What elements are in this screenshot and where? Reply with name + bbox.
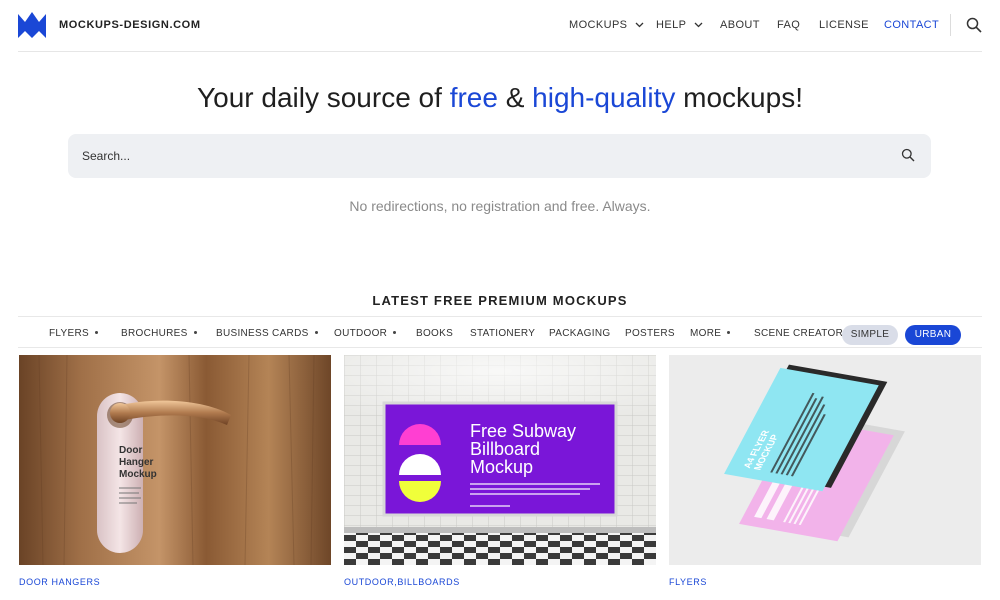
hero-title: Your daily source of free & high-quality… (0, 82, 1000, 114)
dropdown-dot-icon (94, 330, 98, 334)
door-hanger-image-text-3: Mockup (119, 469, 157, 480)
mockup-card-door-hanger[interactable]: Door Hanger Mockup (19, 355, 331, 565)
category-brochures[interactable]: BROCHURES (121, 328, 197, 339)
section-title: LATEST FREE PREMIUM MOCKUPS (372, 293, 628, 308)
category-scene-creator[interactable]: SCENE CREATOR (754, 328, 843, 339)
nav-license[interactable]: LICENSE (819, 18, 869, 32)
card-tag-flyers[interactable]: FLYERS (669, 577, 707, 587)
category-flyers-label: FLYERS (49, 328, 89, 339)
filter-simple-button[interactable]: SIMPLE (842, 325, 898, 345)
chevron-down-icon (635, 22, 644, 28)
nav-divider (950, 14, 951, 36)
hero-title-amp: & (497, 82, 533, 113)
dropdown-dot-icon (314, 330, 318, 334)
card-tag-billboards[interactable]: BILLBOARDS (397, 577, 460, 587)
header-divider (18, 51, 982, 52)
mockup-card-subway-billboard[interactable]: Free Subway Billboard Mockup (344, 355, 656, 565)
nav-help-label: HELP (656, 19, 687, 31)
nav-mockups[interactable]: MOCKUPS (569, 18, 644, 32)
category-business-cards-label: BUSINESS CARDS (216, 328, 309, 339)
hero-title-free: free (449, 82, 498, 113)
search-icon[interactable] (966, 17, 982, 33)
site-header: MOCKUPS-DESIGN.COM MOCKUPS HELP ABOUT FA… (0, 0, 1000, 52)
search-bar (68, 134, 931, 178)
subway-billboard-mockup-image: Free Subway Billboard Mockup (344, 355, 656, 565)
category-outdoor[interactable]: OUTDOOR (334, 328, 397, 339)
billboard-image-text-3: Mockup (470, 457, 533, 477)
dropdown-dot-icon (727, 330, 731, 334)
dropdown-dot-icon (393, 330, 397, 334)
nav-faq[interactable]: FAQ (777, 18, 800, 32)
dropdown-dot-icon (193, 330, 197, 334)
search-input[interactable] (82, 134, 882, 178)
category-posters[interactable]: POSTERS (625, 328, 675, 339)
door-hanger-image-text-2: Hanger (119, 457, 154, 468)
chevron-down-icon (694, 22, 703, 28)
nav-contact[interactable]: CONTACT (884, 18, 939, 32)
hero-title-after: mockups! (675, 82, 803, 113)
brand-name[interactable]: MOCKUPS-DESIGN.COM (59, 19, 201, 31)
category-packaging[interactable]: PACKAGING (549, 328, 610, 339)
category-bar-bottom-divider (18, 347, 982, 348)
category-more-label: MORE (690, 328, 722, 339)
category-flyers[interactable]: FLYERS (49, 328, 98, 339)
category-books[interactable]: BOOKS (416, 328, 453, 339)
mockup-card-a4-flyer[interactable]: A4 FLYER MOCKUP (669, 355, 981, 565)
card-tags-outdoor-billboards: OUTDOOR,BILLBOARDS (344, 577, 460, 587)
billboard-image-text-2: Billboard (470, 439, 540, 459)
category-outdoor-label: OUTDOOR (334, 328, 388, 339)
category-business-cards[interactable]: BUSINESS CARDS (216, 328, 318, 339)
nav-mockups-label: MOCKUPS (569, 19, 628, 31)
hero-tagline: No redirections, no registration and fre… (349, 198, 651, 214)
door-hanger-mockup-image: Door Hanger Mockup (19, 355, 331, 565)
nav-about[interactable]: ABOUT (720, 18, 760, 32)
category-stationery[interactable]: STATIONERY (470, 328, 535, 339)
category-bar-top-divider (18, 316, 982, 317)
door-hanger-image-text-1: Door (119, 445, 142, 456)
category-more[interactable]: MORE (690, 328, 731, 339)
hero-title-before: Your daily source of (197, 82, 450, 113)
card-tag-door-hangers[interactable]: DOOR HANGERS (19, 577, 100, 587)
billboard-image-text-1: Free Subway (470, 421, 576, 441)
hero-title-high-quality: high-quality (532, 82, 676, 113)
card-tag-outdoor[interactable]: OUTDOOR (344, 577, 394, 587)
filter-urban-button[interactable]: URBAN (905, 325, 961, 345)
brand-logo-icon[interactable] (18, 12, 46, 38)
nav-help[interactable]: HELP (656, 18, 703, 32)
search-icon[interactable] (901, 148, 915, 162)
category-brochures-label: BROCHURES (121, 328, 188, 339)
a4-flyer-mockup-image: A4 FLYER MOCKUP (669, 355, 981, 565)
